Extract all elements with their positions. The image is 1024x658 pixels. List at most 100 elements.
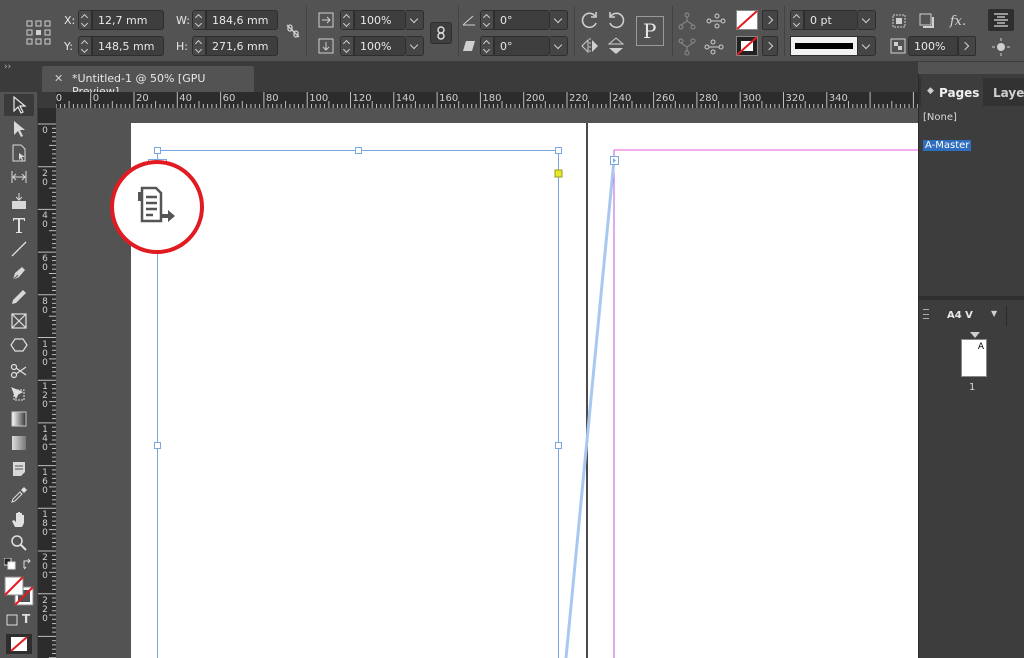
stroke-none-swatch[interactable] — [736, 36, 758, 56]
apply-none-button[interactable] — [6, 634, 32, 654]
opacity-menu-button[interactable] — [958, 36, 976, 56]
x-field[interactable]: 12,7 mm — [92, 10, 164, 30]
fill-menu-button[interactable] — [762, 10, 778, 30]
close-tab-icon[interactable]: ✕ — [54, 72, 63, 85]
link-scale-icon[interactable] — [430, 22, 452, 44]
text-wrap-icon[interactable] — [890, 12, 908, 30]
selected-text-frame[interactable] — [157, 150, 559, 658]
stroke-weight-field[interactable]: 0 pt — [804, 10, 858, 30]
scale-y-dropdown[interactable] — [406, 36, 424, 56]
pencil-tool[interactable] — [4, 286, 34, 308]
opacity-field[interactable]: 100% — [908, 36, 958, 56]
gradient-feather-tool[interactable] — [4, 432, 34, 454]
zoom-tool[interactable] — [4, 532, 34, 554]
chevron-down-icon[interactable]: ▼ — [991, 309, 997, 318]
free-transform-icon — [11, 387, 25, 401]
h-field[interactable]: 271,6 mm — [206, 36, 278, 56]
scale-y-field[interactable]: 100% — [354, 36, 406, 56]
page-tool[interactable] — [4, 142, 34, 164]
document-canvas[interactable] — [56, 108, 918, 658]
hand-tool[interactable] — [4, 508, 34, 530]
eyedropper-tool[interactable] — [4, 484, 34, 506]
master-a[interactable]: A-Master — [923, 140, 972, 151]
separator — [1006, 306, 1007, 326]
type-tool[interactable] — [4, 214, 34, 236]
free-transform-tool[interactable] — [4, 384, 34, 406]
scale-x-field[interactable]: 100% — [354, 10, 406, 30]
scale-x-dropdown[interactable] — [406, 10, 424, 30]
stroke-weight-dropdown[interactable] — [858, 10, 876, 30]
type-on-path-p-icon[interactable]: P — [636, 16, 664, 46]
frame-handle-top-center[interactable] — [355, 147, 362, 154]
content-collector-tool[interactable] — [4, 190, 34, 212]
fill-none-swatch[interactable] — [736, 10, 758, 30]
line-tool[interactable] — [4, 238, 34, 260]
vertical-ruler[interactable]: 0 2 0 4 0 6 0 8 0 1 0 0 1 2 0 1 4 0 1 6 0 1 8 0 2 … — [38, 108, 56, 658]
rectangle-frame-tool[interactable] — [4, 310, 34, 332]
h-stepper[interactable] — [192, 36, 206, 56]
scale-y-stepper[interactable] — [340, 36, 354, 56]
fx-effects-button[interactable]: fx. — [946, 12, 970, 30]
shear-stepper[interactable] — [480, 36, 494, 56]
note-tool[interactable] — [4, 458, 34, 480]
formatting-container-icon[interactable] — [6, 614, 18, 626]
polygon-tool[interactable] — [4, 334, 34, 356]
frame-handle-top-right[interactable] — [555, 147, 562, 154]
fill-stroke-swatch[interactable] — [4, 576, 34, 606]
tab-layers[interactable]: Layers — [993, 86, 1024, 100]
flip-vertical-icon[interactable] — [606, 36, 626, 56]
select-next-object-icon[interactable] — [704, 38, 726, 56]
scissors-tool[interactable] — [4, 360, 34, 382]
rotate-counterclockwise-icon[interactable] — [606, 10, 626, 30]
scale-x-stepper[interactable] — [340, 10, 354, 30]
ruler-label: 240 — [612, 93, 632, 104]
default-fill-stroke-icon[interactable] — [4, 558, 16, 570]
horizontal-ruler[interactable]: 2002040608010012014016018020022024026028… — [56, 92, 918, 108]
reference-point-icon[interactable] — [26, 20, 52, 46]
rotate-stepper[interactable] — [480, 10, 494, 30]
sun-settings-icon[interactable] — [992, 38, 1010, 56]
stroke-type-selector[interactable] — [790, 36, 858, 56]
flip-horizontal-icon[interactable] — [580, 38, 600, 54]
rotate-field[interactable]: 0° — [494, 10, 550, 30]
w-stepper[interactable] — [192, 10, 206, 30]
panel-divider[interactable] — [919, 296, 1024, 300]
line-tool-icon — [11, 241, 27, 257]
gap-tool[interactable] — [4, 166, 34, 188]
gradient-swatch-tool[interactable] — [4, 408, 34, 430]
direct-selection-tool[interactable] — [4, 118, 34, 140]
x-stepper[interactable] — [78, 10, 92, 30]
frame-handle-middle-left[interactable] — [154, 442, 161, 449]
corner-options-handle[interactable] — [554, 169, 563, 178]
ruler-label: 220 — [569, 93, 589, 104]
constrain-proportions-icon[interactable] — [286, 24, 300, 38]
swap-fill-stroke-icon[interactable] — [22, 558, 34, 570]
select-previous-object-icon[interactable] — [704, 12, 726, 30]
stroke-type-dropdown[interactable] — [858, 36, 876, 56]
drop-shadow-icon[interactable] — [918, 12, 936, 30]
rotate-dropdown[interactable] — [550, 10, 568, 30]
shear-dropdown[interactable] — [550, 36, 568, 56]
tab-pages[interactable]: ◆ Pages — [921, 78, 983, 106]
stroke-menu-button[interactable] — [762, 36, 778, 56]
y-field[interactable]: 148,5 mm — [92, 36, 164, 56]
pen-tool[interactable] — [4, 262, 34, 284]
rotate-clockwise-icon[interactable] — [580, 10, 600, 30]
select-content-icon[interactable] — [678, 38, 696, 56]
w-field[interactable]: 184,6 mm — [206, 10, 278, 30]
frame-handle-top-left[interactable] — [154, 147, 161, 154]
ruler-origin[interactable] — [38, 92, 56, 108]
shear-field[interactable]: 0° — [494, 36, 550, 56]
frame-handle-middle-right[interactable] — [555, 442, 562, 449]
master-none[interactable]: [None] — [923, 112, 957, 123]
y-stepper[interactable] — [78, 36, 92, 56]
document-tab[interactable]: ✕ *Untitled-1 @ 50% [GPU Preview] — [42, 66, 254, 98]
stroke-weight-stepper[interactable] — [790, 10, 804, 30]
selection-tool[interactable] — [4, 94, 34, 116]
formatting-text-icon[interactable]: T — [22, 612, 30, 626]
page-thumbnail[interactable]: A — [961, 339, 987, 377]
align-panel-button[interactable] — [988, 9, 1014, 31]
select-container-icon[interactable] — [678, 12, 696, 30]
page-size-selector[interactable]: A4 V ▼ — [919, 306, 1024, 326]
collapse-toolbox-button[interactable]: ›› — [4, 62, 11, 72]
